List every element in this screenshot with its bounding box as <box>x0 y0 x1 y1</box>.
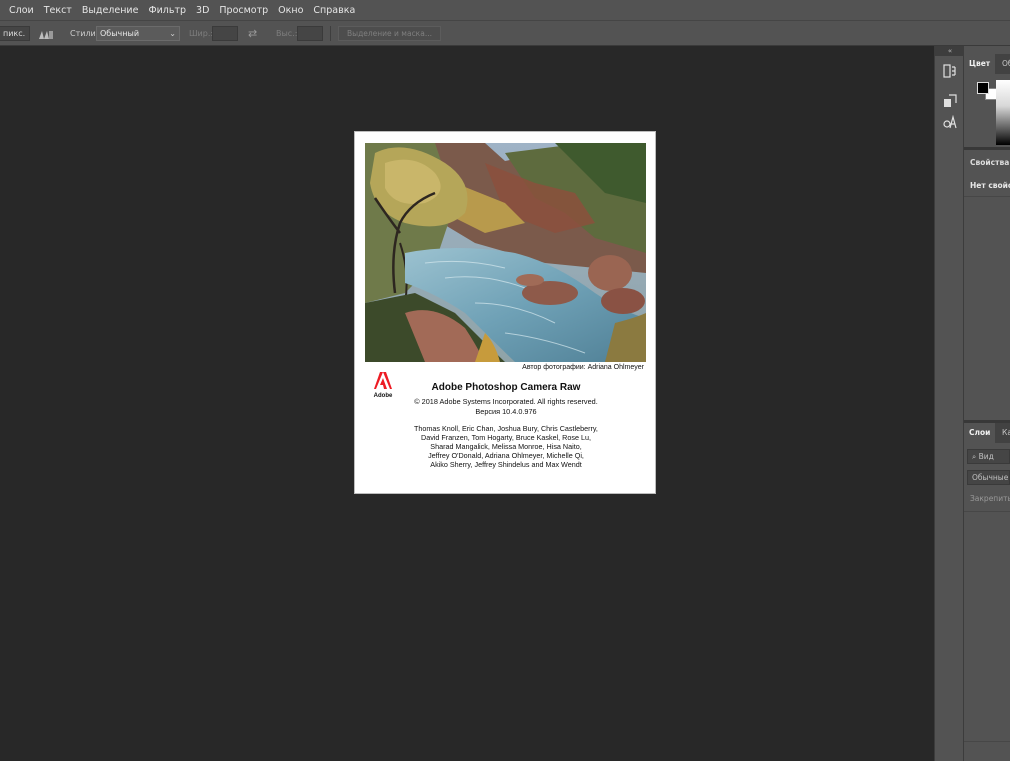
credits-line: David Franzen, Tom Hogarty, Bruce Kaskel… <box>421 433 591 442</box>
menu-bar: Слои Текст Выделение Фильтр 3D Просмотр … <box>0 0 1010 20</box>
menu-window[interactable]: Окно <box>273 5 308 16</box>
credits-line: Thomas Knoll, Eric Chan, Joshua Bury, Ch… <box>414 424 598 433</box>
credits-list: Thomas Knoll, Eric Chan, Joshua Bury, Ch… <box>355 424 657 469</box>
color-spectrum[interactable] <box>996 80 1010 145</box>
width-label: Шир.: <box>189 29 214 38</box>
about-dialog[interactable]: Автор фотографии: Adriana Ohlmeyer Adobe… <box>354 131 656 494</box>
panel-dock-strip: « <box>934 46 965 761</box>
menu-text[interactable]: Текст <box>39 5 77 16</box>
copyright-text: © 2018 Adobe Systems Incorporated. All r… <box>414 397 598 406</box>
menu-view[interactable]: Просмотр <box>214 5 273 16</box>
adjustments-icon[interactable] <box>943 94 957 108</box>
splash-photo <box>365 143 646 362</box>
collapse-panels-button[interactable]: « <box>935 46 965 56</box>
layers-search-label: Вид <box>978 452 994 461</box>
color-tabs: Цвет Об <box>964 54 1010 74</box>
chevron-down-icon: ⌄ <box>169 29 176 38</box>
panel-divider <box>964 147 1010 150</box>
foreground-color-swatch[interactable] <box>977 82 989 94</box>
layers-tabs: Слои Ка <box>964 423 1010 443</box>
photo-credit: Автор фотографии: Adriana Ohlmeyer <box>522 364 644 371</box>
style-value: Обычный <box>100 29 140 38</box>
feather-field[interactable]: пикс. <box>0 26 30 41</box>
menu-3d[interactable]: 3D <box>191 5 214 16</box>
menu-layers[interactable]: Слои <box>4 5 39 16</box>
anti-alias-icon[interactable] <box>38 26 54 41</box>
options-bar: пикс. Стили Обычный ⌄ Шир.: ⇄ Выс.: Выде… <box>0 20 1010 46</box>
app-title: Adobe Photoshop Camera Raw <box>431 382 581 393</box>
credits-line: Sharad Mangalick, Melissa Monroe, Hisa N… <box>430 442 582 451</box>
layers-search-field[interactable]: ⌕ Вид <box>967 449 1010 464</box>
tab-channels[interactable]: Ка <box>997 423 1010 443</box>
character-icon[interactable] <box>943 114 957 129</box>
tab-color[interactable]: Цвет <box>964 54 996 74</box>
menu-select[interactable]: Выделение <box>77 5 144 16</box>
tab-layers[interactable]: Слои <box>964 423 996 443</box>
tab-swatches[interactable]: Об <box>997 54 1010 74</box>
blend-mode-value: Обычные <box>972 473 1009 482</box>
style-label: Стили <box>70 29 96 38</box>
credits-line: Akiko Sherry, Jeffrey Shindelus and Max … <box>430 460 582 469</box>
lock-label: Закрепить: <box>970 494 1010 503</box>
height-field[interactable] <box>297 26 323 41</box>
blend-mode-select[interactable]: Обычные <box>967 470 1010 485</box>
history-icon[interactable] <box>943 64 957 78</box>
style-select[interactable]: Обычный ⌄ <box>96 26 180 41</box>
search-icon: ⌕ <box>972 452 979 461</box>
menu-help[interactable]: Справка <box>308 5 360 16</box>
properties-empty-text: Нет свойств <box>970 181 1010 190</box>
panel-divider <box>964 196 1010 197</box>
credits-line: Jeffrey O'Donald, Adriana Ohlmeyer, Mich… <box>428 451 584 460</box>
swap-icon[interactable]: ⇄ <box>248 26 257 41</box>
divider <box>330 26 331 41</box>
width-field[interactable] <box>212 26 238 41</box>
version-text: Версия 10.4.0.976 <box>475 407 537 416</box>
right-panels: Цвет Об Свойства Нет свойств Слои Ка ⌕ В… <box>964 46 1010 761</box>
select-and-mask-button[interactable]: Выделение и маска... <box>338 26 441 41</box>
panel-divider <box>964 741 1010 742</box>
properties-title[interactable]: Свойства <box>970 158 1009 167</box>
panel-divider <box>964 511 1010 512</box>
height-label: Выс.: <box>276 29 298 38</box>
menu-filter[interactable]: Фильтр <box>143 5 191 16</box>
